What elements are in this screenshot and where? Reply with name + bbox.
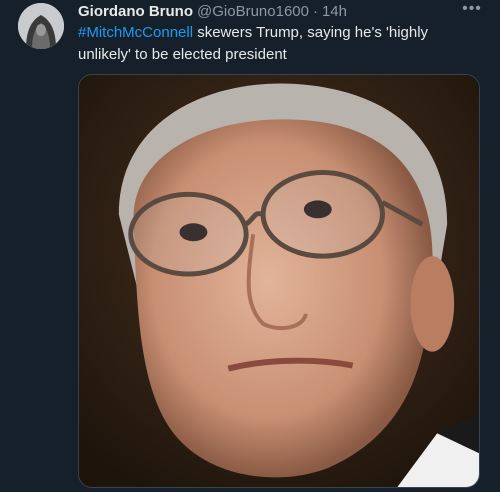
tweet-text: #MitchMcConnell skewers Trump, saying he… bbox=[78, 22, 478, 66]
tweet[interactable]: Giordano Bruno @GioBruno1600 · 14h ••• #Mit… bbox=[0, 0, 500, 492]
avatar-image bbox=[18, 3, 64, 49]
user-handle[interactable]: @GioBruno1600 bbox=[197, 3, 309, 20]
more-horizontal-icon: ••• bbox=[462, 0, 482, 17]
display-name[interactable]: Giordano Bruno bbox=[78, 3, 193, 20]
timestamp[interactable]: 14h bbox=[322, 3, 347, 20]
more-button[interactable]: ••• bbox=[460, 0, 484, 20]
tweet-header: Giordano Bruno @GioBruno1600 · 14h bbox=[78, 3, 460, 21]
separator-dot: · bbox=[312, 3, 318, 20]
tweet-media[interactable] bbox=[78, 74, 480, 488]
hashtag-link[interactable]: #MitchMcConnell bbox=[78, 24, 193, 41]
photo-image bbox=[79, 75, 479, 487]
avatar[interactable] bbox=[18, 3, 64, 49]
